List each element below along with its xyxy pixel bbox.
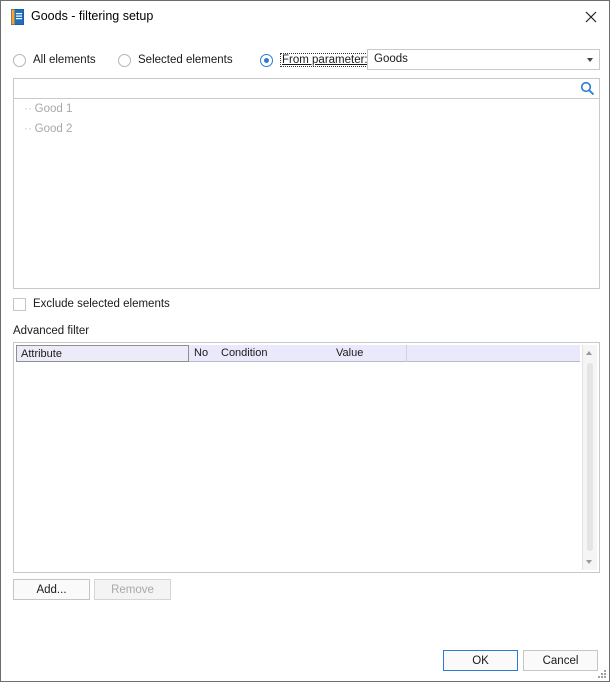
scroll-up-icon[interactable]	[586, 351, 592, 355]
advanced-filter-grid[interactable]: Attribute No Condition Value	[13, 342, 600, 573]
tree-branch-line: ··	[24, 103, 32, 115]
parameter-dropdown[interactable]: Goods	[367, 49, 600, 70]
radio-label: From parameter:	[280, 53, 370, 67]
radio-indicator	[260, 53, 273, 67]
search-input[interactable]	[13, 78, 600, 98]
grid-header: Attribute No Condition Value	[16, 345, 580, 362]
resize-grip-icon[interactable]	[597, 669, 607, 679]
radio-from-parameter[interactable]: From parameter:	[260, 51, 370, 69]
title-bar[interactable]: Goods - filtering setup	[1, 1, 609, 33]
column-header-condition[interactable]: Condition	[217, 345, 331, 362]
close-icon[interactable]	[581, 7, 601, 27]
exclude-selected-checkbox[interactable]: Exclude selected elements	[13, 296, 170, 312]
radio-label: All elements	[33, 54, 96, 66]
scroll-down-icon[interactable]	[586, 560, 592, 564]
radio-indicator	[13, 53, 26, 67]
dialog-title: Goods - filtering setup	[31, 9, 154, 23]
tree-item[interactable]: ·· Good 1	[24, 103, 72, 115]
radio-indicator	[118, 53, 131, 67]
radio-all-elements[interactable]: All elements	[13, 51, 96, 69]
chevron-down-icon[interactable]	[587, 58, 593, 62]
parameter-value: Goods	[374, 53, 408, 65]
tree-item-label: Good 1	[34, 103, 73, 115]
tree-branch-line: ··	[24, 123, 32, 135]
search-icon[interactable]	[580, 81, 595, 96]
vertical-scrollbar[interactable]	[582, 345, 597, 570]
scroll-thumb[interactable]	[587, 363, 593, 551]
radio-label: Selected elements	[138, 54, 233, 66]
column-header-no[interactable]: No	[190, 345, 216, 362]
remove-button[interactable]: Remove	[94, 579, 171, 600]
column-header-value[interactable]: Value	[332, 345, 407, 362]
tree-item[interactable]: ·· Good 2	[24, 123, 72, 135]
elements-tree[interactable]: ·· Good 1 ·· Good 2	[13, 98, 600, 289]
column-header-attribute[interactable]: Attribute	[16, 345, 189, 362]
filter-setup-dialog: Goods - filtering setup All elements Sel…	[0, 0, 610, 682]
add-button[interactable]: Add...	[13, 579, 90, 600]
advanced-filter-label: Advanced filter	[13, 325, 90, 337]
checkbox-box[interactable]	[13, 297, 26, 311]
cancel-button[interactable]: Cancel	[523, 650, 598, 671]
ok-button[interactable]: OK	[443, 650, 518, 671]
radio-selected-elements[interactable]: Selected elements	[118, 51, 233, 69]
exclude-label: Exclude selected elements	[33, 298, 170, 310]
tree-item-label: Good 2	[34, 123, 73, 135]
dictionary-icon	[11, 9, 24, 25]
